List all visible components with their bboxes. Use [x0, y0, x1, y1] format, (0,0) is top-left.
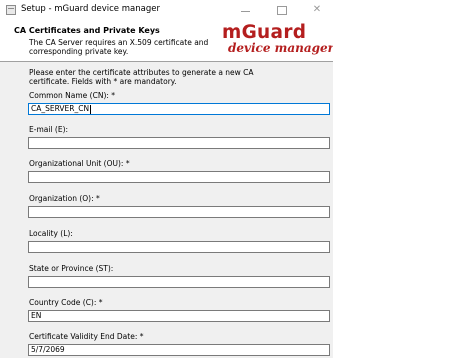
window-title: Setup - mGuard device manager: [21, 4, 160, 14]
email-input[interactable]: [28, 137, 330, 149]
state-province-input[interactable]: [28, 276, 330, 288]
email-label: E-mail (E):: [29, 125, 69, 134]
country-code-input[interactable]: EN: [28, 310, 330, 322]
text-caret: [90, 104, 92, 114]
brand-logo: mGuard: [222, 22, 307, 43]
minimize-icon: [240, 11, 250, 12]
title-bar: Setup - mGuard device manager ✕: [0, 0, 333, 21]
close-button[interactable]: ✕: [299, 0, 333, 21]
organization-label: Organization (O): *: [29, 194, 100, 203]
close-icon: ✕: [312, 4, 322, 15]
form-area: Please enter the certificate attributes …: [0, 62, 333, 358]
validity-end-date-label: Certificate Validity End Date: *: [29, 332, 144, 341]
validity-end-date-input[interactable]: 5/7/2069: [28, 344, 330, 356]
page-description: The CA Server requires an X.509 certific…: [29, 38, 209, 56]
setup-window: Setup - mGuard device manager ✕ CA Certi…: [0, 0, 333, 358]
organizational-unit-label: Organizational Unit (OU): *: [29, 159, 130, 168]
common-name-input[interactable]: CA_SERVER_CN: [28, 103, 330, 115]
maximize-icon: [277, 6, 287, 15]
form-intro: Please enter the certificate attributes …: [29, 68, 254, 86]
minimize-button[interactable]: [227, 0, 263, 21]
page-title: CA Certificates and Private Keys: [14, 26, 160, 35]
locality-input[interactable]: [28, 241, 330, 253]
maximize-button[interactable]: [264, 0, 300, 21]
app-icon: [6, 5, 16, 15]
common-name-label: Common Name (CN): *: [29, 91, 116, 100]
country-code-label: Country Code (C): *: [29, 298, 103, 307]
state-province-label: State or Province (ST):: [29, 264, 114, 273]
common-name-value: CA_SERVER_CN: [31, 104, 90, 113]
locality-label: Locality (L):: [29, 229, 73, 238]
wizard-header: CA Certificates and Private Keys The CA …: [0, 21, 333, 62]
organization-input[interactable]: [28, 206, 330, 218]
brand-logo-subtitle: device manager: [228, 41, 333, 55]
organizational-unit-input[interactable]: [28, 171, 330, 183]
